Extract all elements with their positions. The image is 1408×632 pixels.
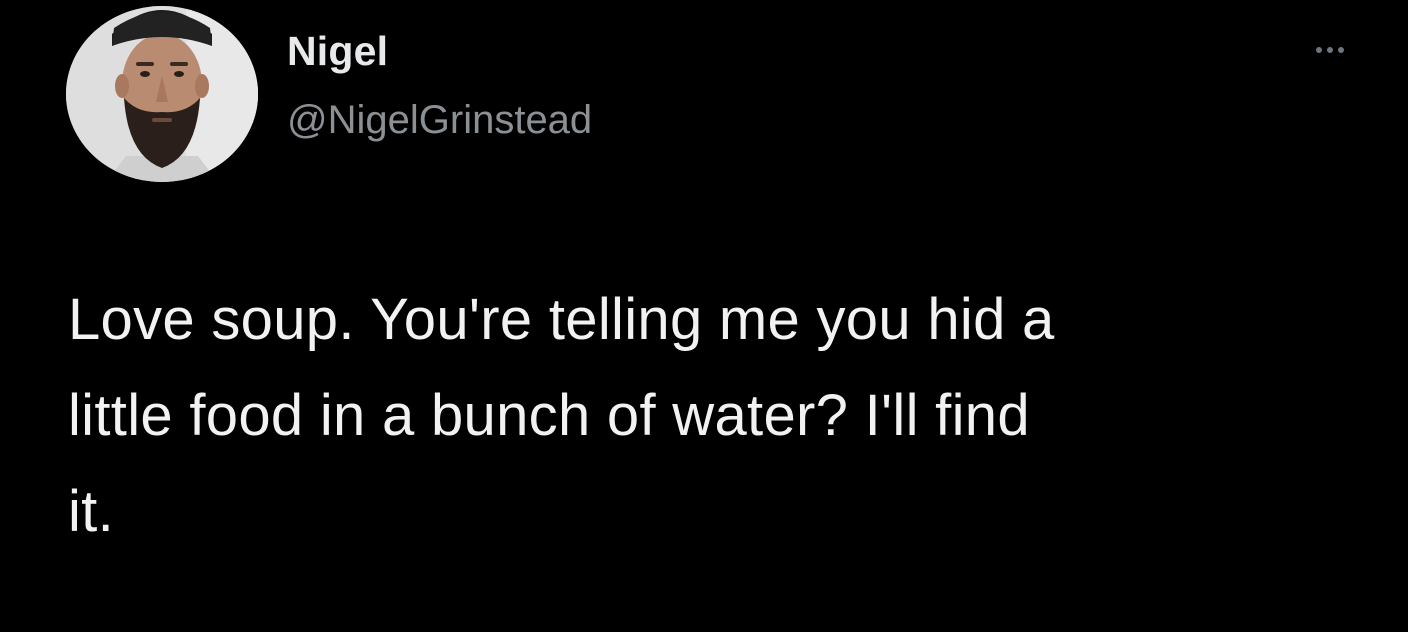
author-display-name[interactable]: Nigel	[287, 28, 388, 75]
more-options-button[interactable]	[1300, 36, 1360, 64]
more-horizontal-icon-dot	[1327, 47, 1333, 53]
avatar[interactable]	[66, 6, 258, 182]
profile-photo-icon	[66, 6, 258, 182]
tweet-card: Nigel @NigelGrinstead Love soup. You're …	[0, 0, 1408, 632]
tweet-text: Love soup. You're telling me you hid a l…	[68, 287, 1055, 544]
more-horizontal-icon	[1316, 47, 1322, 53]
more-horizontal-icon-dot	[1338, 47, 1344, 53]
author-handle[interactable]: @NigelGrinstead	[287, 98, 592, 143]
